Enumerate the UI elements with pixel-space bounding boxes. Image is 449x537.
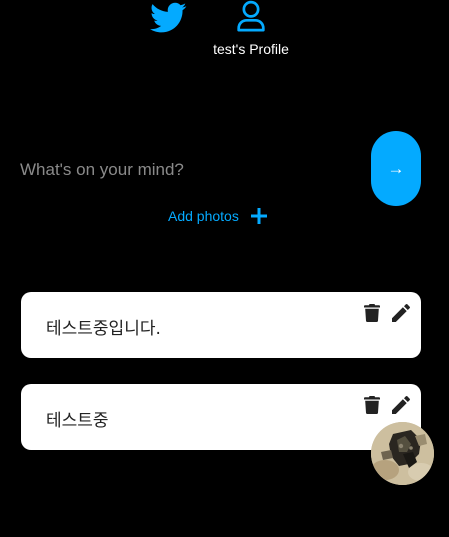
user-icon <box>237 0 265 32</box>
app-page: test's Profile → Add photos 테스트중입니다. 테스트… <box>0 0 449 537</box>
submit-arrow-label: → <box>387 158 405 178</box>
profile-label: test's Profile <box>213 41 289 57</box>
pencil-icon[interactable] <box>392 396 410 414</box>
attachment-photo <box>371 422 434 485</box>
plus-icon <box>250 208 267 224</box>
tweet-text: 테스트중입니다. <box>46 319 161 339</box>
tweet-input[interactable] <box>20 150 355 190</box>
trash-icon[interactable] <box>363 396 381 414</box>
tweet-card: 테스트중입니다. <box>21 292 421 358</box>
submit-button[interactable]: → <box>371 131 421 206</box>
trash-icon[interactable] <box>363 304 381 322</box>
twitter-bird-icon[interactable] <box>150 2 187 34</box>
add-photos-button[interactable]: Add photos <box>168 204 267 228</box>
pencil-icon[interactable] <box>392 304 410 322</box>
add-photos-label: Add photos <box>168 208 239 224</box>
profile-link[interactable]: test's Profile <box>205 0 297 60</box>
tweet-actions <box>352 396 410 414</box>
tweet-text: 테스트중 <box>46 411 109 431</box>
tweet-card: 테스트중 <box>21 384 421 450</box>
tweet-attachment-image <box>371 422 434 485</box>
tweet-actions <box>352 304 410 322</box>
